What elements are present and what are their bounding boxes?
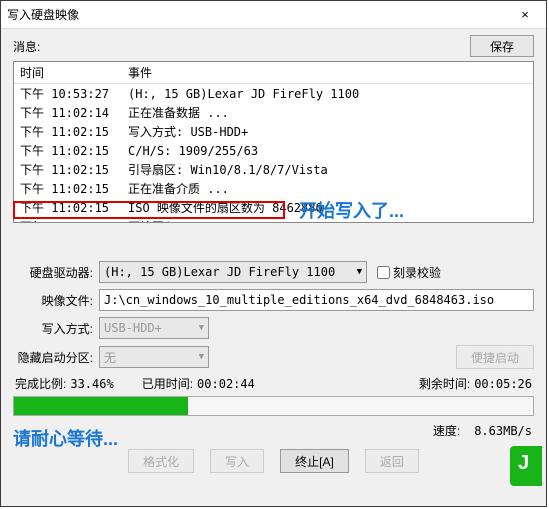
image-file-field[interactable] xyxy=(99,289,534,311)
close-icon[interactable]: × xyxy=(510,7,540,22)
verify-checkbox[interactable]: 刻录校验 xyxy=(377,264,441,281)
message-label: 消息: xyxy=(13,38,53,55)
write-mode-dropdown[interactable]: USB-HDD+ ▼ xyxy=(99,317,209,339)
done-value: 33.46% xyxy=(70,377,113,391)
logo-badge xyxy=(510,446,542,486)
table-row: 下午 11:02:14正在准备数据 ... xyxy=(14,103,533,122)
verify-check-input[interactable] xyxy=(377,266,390,279)
stats-row: 完成比例: 33.46% 已用时间: 00:02:44 剩余时间: 00:05:… xyxy=(15,375,532,392)
titlebar: 写入硬盘映像 × xyxy=(1,1,546,29)
table-row: 下午 11:02:15正在准备介质 ... xyxy=(14,179,533,198)
window-title: 写入硬盘映像 xyxy=(7,6,510,23)
hidden-boot-dropdown[interactable]: 无 ▼ xyxy=(99,346,209,368)
dialog-window: 写入硬盘映像 × 消息: 保存 时间 事件 下午 10:53:27(H:, 15… xyxy=(0,0,547,507)
button-row: 格式化 写入 终止[A] 返回 xyxy=(1,449,546,473)
form-area: 硬盘驱动器: (H:, 15 GB)Lexar JD FireFly 1100 … xyxy=(13,261,534,369)
quick-boot-button: 便捷启动 xyxy=(456,345,534,369)
log-box[interactable]: 时间 事件 下午 10:53:27(H:, 15 GB)Lexar JD Fir… xyxy=(13,61,534,223)
remain-value: 00:05:26 xyxy=(474,377,532,391)
progress-fill xyxy=(14,397,188,415)
image-label: 映像文件: xyxy=(13,292,93,309)
chevron-down-icon: ▼ xyxy=(193,352,204,362)
col-time: 时间 xyxy=(14,62,122,84)
table-row: 下午 11:02:15开始写入 ... xyxy=(14,217,533,223)
table-row: 下午 11:02:15引导扇区: Win10/8.1/8/7/Vista xyxy=(14,160,533,179)
abort-button[interactable]: 终止[A] xyxy=(280,449,349,473)
write-mode-value: USB-HDD+ xyxy=(104,321,162,335)
log-table: 时间 事件 下午 10:53:27(H:, 15 GB)Lexar JD Fir… xyxy=(14,62,533,223)
speed-label: 速度: xyxy=(433,422,460,439)
hidden-boot-label: 隐藏启动分区: xyxy=(13,349,93,366)
hidden-boot-value: 无 xyxy=(104,349,116,366)
progress-bar xyxy=(13,396,534,416)
drive-label: 硬盘驱动器: xyxy=(13,264,93,281)
elapsed-label: 已用时间: xyxy=(142,375,193,392)
elapsed-value: 00:02:44 xyxy=(197,377,255,391)
table-row: 下午 11:02:15写入方式: USB-HDD+ xyxy=(14,122,533,141)
annotation-please-wait: 请耐心等待... xyxy=(13,425,118,451)
speed-value: 8.63MB/s xyxy=(474,424,532,438)
done-label: 完成比例: xyxy=(15,375,66,392)
message-row: 消息: 保存 xyxy=(1,29,546,61)
table-row: 下午 10:53:27(H:, 15 GB)Lexar JD FireFly 1… xyxy=(14,84,533,104)
chevron-down-icon: ▼ xyxy=(193,323,204,333)
col-event: 事件 xyxy=(122,62,533,84)
save-button[interactable]: 保存 xyxy=(470,35,534,57)
verify-label: 刻录校验 xyxy=(393,264,441,281)
format-button: 格式化 xyxy=(128,449,194,473)
chevron-down-icon: ▼ xyxy=(351,267,362,277)
back-button: 返回 xyxy=(365,449,419,473)
write-button: 写入 xyxy=(210,449,264,473)
drive-dropdown[interactable]: (H:, 15 GB)Lexar JD FireFly 1100 ▼ xyxy=(99,261,367,283)
write-mode-label: 写入方式: xyxy=(13,320,93,337)
remain-label: 剩余时间: xyxy=(419,375,470,392)
drive-value: (H:, 15 GB)Lexar JD FireFly 1100 xyxy=(104,265,335,279)
annotation-start-write: 开始写入了... xyxy=(299,197,404,223)
table-row: 下午 11:02:15C/H/S: 1909/255/63 xyxy=(14,141,533,160)
table-row: 下午 11:02:15ISO 映像文件的扇区数为 8462880 xyxy=(14,198,533,217)
